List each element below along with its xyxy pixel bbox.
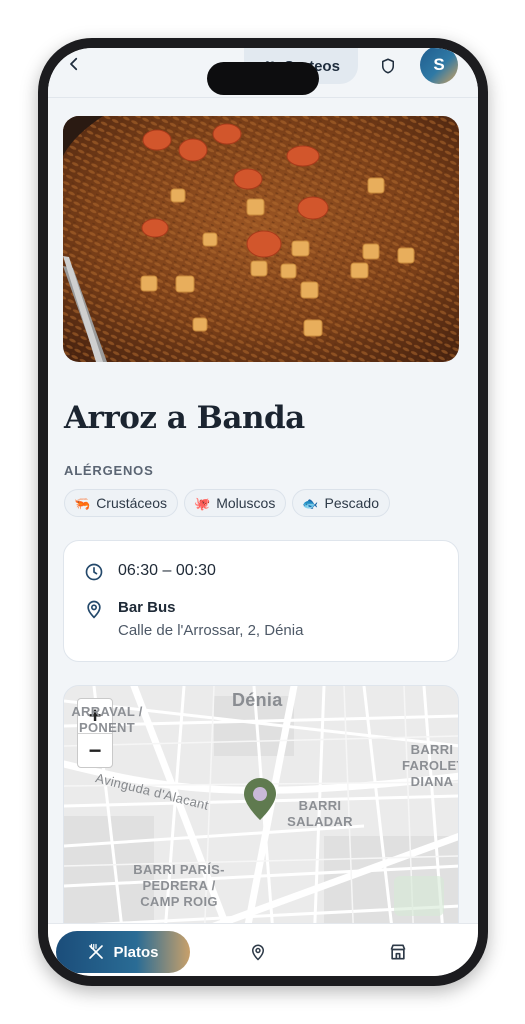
nav-tab-map[interactable] <box>247 941 269 963</box>
location-pin-icon <box>251 944 265 961</box>
allergen-chip-fish: 🐟 Pescado <box>292 489 390 517</box>
allergen-label: Crustáceos <box>96 495 167 511</box>
dish-title: Arroz a Banda <box>64 400 305 436</box>
location-map[interactable]: + − Dénia ARRAVAL / PONENT BARRI FAROLET… <box>63 685 459 945</box>
store-icon <box>390 944 406 960</box>
location-pin-icon <box>87 600 101 619</box>
venue-name: Bar Bus <box>118 599 176 616</box>
shrimp-icon: 🦐 <box>74 495 91 511</box>
map-label-area-sw: BARRI PARÍS-PEDRERA / CAMP ROIG <box>133 862 225 909</box>
map-label-city: Dénia <box>232 690 283 710</box>
venue-address: Calle de l'Arrossar, 2, Dénia <box>118 622 304 639</box>
octopus-icon: 🐙 <box>194 495 211 511</box>
back-button[interactable] <box>62 52 86 76</box>
fish-icon: 🐟 <box>302 495 319 511</box>
map-label-area-nw: ARRAVAL / PONENT <box>71 704 143 735</box>
opening-hours: 06:30 – 00:30 <box>118 562 216 579</box>
utensils-icon <box>89 943 104 959</box>
allergen-label: Pescado <box>324 495 379 511</box>
nav-tab-label: Platos <box>113 943 159 961</box>
chevron-left-icon <box>70 57 78 71</box>
allergen-chip-molluscs: 🐙 Moluscos <box>184 489 287 517</box>
avatar[interactable]: S <box>420 48 458 84</box>
venue-row[interactable]: Bar Bus Calle de l'Arrossar, 2, Dénia <box>84 599 303 639</box>
allergen-chip-crustaceans: 🦐 Crustáceos <box>64 489 178 517</box>
bottom-navigation: Platos <box>48 923 478 976</box>
allergens-heading: ALÉRGENOS <box>64 463 154 478</box>
dynamic-island <box>207 62 319 95</box>
shield-icon <box>382 58 394 74</box>
map-label-area-ne: BARRI FAROLET DIANA <box>402 742 459 789</box>
allergen-label: Moluscos <box>216 495 276 511</box>
clock-icon <box>85 563 103 581</box>
shield-button[interactable] <box>376 54 400 78</box>
map-label-area-center: BARRI SALADAR <box>287 798 353 829</box>
app-screen: Sorteos S <box>48 48 478 976</box>
dish-photo <box>63 116 459 362</box>
phone-frame: Sorteos S <box>38 38 488 986</box>
zoom-out-button[interactable]: − <box>78 733 112 767</box>
allergen-list: 🦐 Crustáceos 🐙 Moluscos 🐟 Pescado <box>64 489 390 517</box>
hours-row: 06:30 – 00:30 <box>84 562 216 582</box>
nav-tab-store[interactable] <box>387 941 409 963</box>
nav-tab-platos[interactable]: Platos <box>56 931 190 973</box>
venue-info-card: 06:30 – 00:30 Bar Bus Calle de l'Arrossa… <box>63 540 459 662</box>
